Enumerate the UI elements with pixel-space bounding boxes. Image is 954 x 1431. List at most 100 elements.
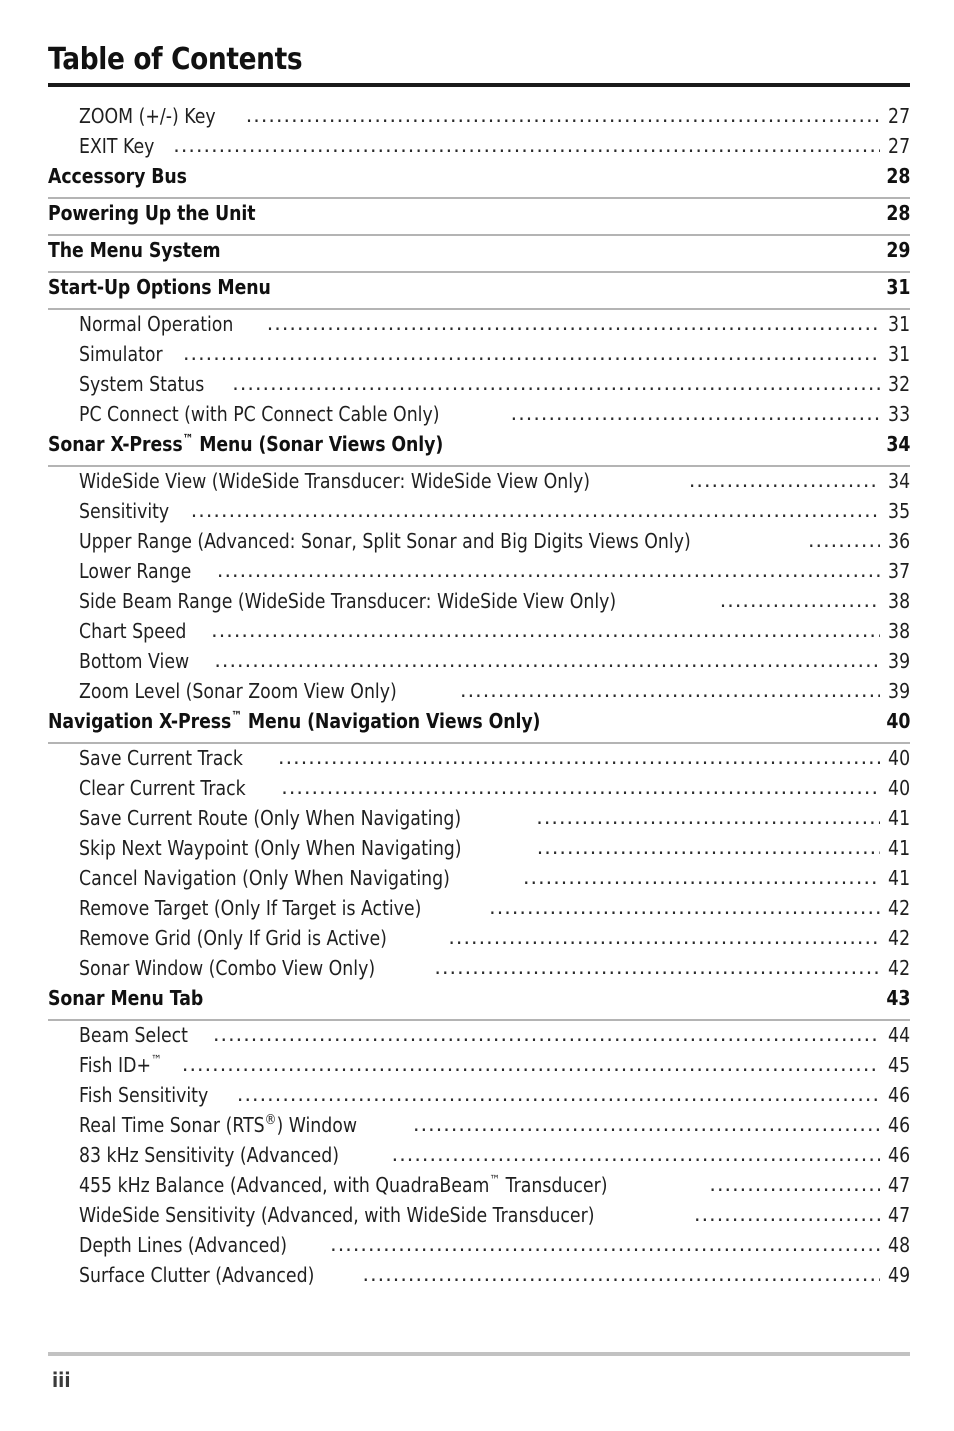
dot-leader: ........................................…: [536, 804, 880, 829]
toc-entry-label: Skip Next Waypoint (Only When Navigating…: [79, 835, 462, 860]
toc-section-row[interactable]: Navigation X-Press™ Menu (Navigation Vie…: [48, 709, 910, 741]
toc-entry-row[interactable]: Depth Lines (Advanced)..................…: [48, 1232, 910, 1263]
toc-page-number: 38: [887, 588, 910, 613]
toc-entry-row[interactable]: EXIT Key................................…: [48, 133, 910, 164]
section-divider: [48, 233, 910, 236]
toc-entry-label: Remove Target (Only If Target is Active): [79, 895, 422, 920]
dot-leader: ........................................…: [236, 1081, 880, 1106]
dot-leader: ........................................…: [391, 1141, 880, 1166]
toc-content: Table of Contents ZOOM (+/-) Key........…: [48, 44, 910, 1293]
toc-entry-row[interactable]: WideSide View (WideSide Transducer: Wide…: [48, 468, 910, 499]
toc-entry-label: Lower Range: [79, 558, 192, 583]
toc-entry-label: Save Current Track: [79, 745, 243, 770]
toc-entry-row[interactable]: Clear Current Track.....................…: [48, 775, 910, 806]
toc-page-number: 48: [887, 1232, 910, 1257]
toc-page-number: 47: [887, 1202, 910, 1227]
toc-entry-row[interactable]: Cancel Navigation (Only When Navigating)…: [48, 864, 910, 896]
toc-page-number: 31: [886, 274, 910, 299]
toc-entry-row[interactable]: PC Connect (with PC Connect Cable Only).…: [48, 400, 910, 432]
dot-leader: ........................................…: [489, 894, 880, 919]
toc-page-number: 41: [887, 805, 910, 830]
toc-entry-label: Beam Select: [79, 1022, 188, 1047]
page-title: Table of Contents: [48, 42, 303, 77]
dot-leader: ........................................…: [709, 1171, 880, 1196]
toc-entry-label: Side Beam Range (WideSide Transducer: Wi…: [79, 588, 617, 613]
dot-leader: ........................................…: [190, 497, 880, 522]
dot-leader: ........................................…: [266, 310, 880, 335]
toc-section-label: Powering Up the Unit: [48, 200, 256, 225]
toc-section-row[interactable]: Start-Up Options Menu...................…: [48, 275, 910, 307]
toc-entry-label: Bottom View: [79, 648, 190, 673]
toc-entry-row[interactable]: Save Current Track......................…: [48, 744, 910, 776]
toc-page-number: 44: [887, 1022, 910, 1047]
toc-entry-row[interactable]: Normal Operation........................…: [48, 310, 910, 342]
toc-section-row[interactable]: Powering Up the Unit....................…: [48, 201, 910, 233]
toc-section-row[interactable]: The Menu System.........................…: [48, 238, 910, 270]
toc-entry-label: WideSide Sensitivity (Advanced, with Wid…: [79, 1202, 595, 1227]
toc-page-number: 31: [887, 311, 910, 336]
toc-entry-row[interactable]: ZOOM (+/-) Key..........................…: [48, 102, 910, 134]
toc-entry-row[interactable]: Upper Range (Advanced: Sonar, Split Sona…: [48, 528, 910, 559]
dot-leader: ........................................…: [182, 340, 880, 365]
toc-entry-row[interactable]: Beam Select.............................…: [48, 1022, 910, 1053]
section-divider: [48, 270, 910, 273]
toc-page-number: 31: [887, 341, 910, 366]
toc-entry-row[interactable]: System Status...........................…: [48, 371, 910, 402]
footer-divider: [48, 1352, 910, 1356]
dot-leader: ........................................…: [694, 1201, 880, 1226]
toc-entry-row[interactable]: Lower Range.............................…: [48, 558, 910, 589]
toc-entry-row[interactable]: Fish ID+™...............................…: [48, 1051, 910, 1083]
toc-entry-row[interactable]: Sonar Window (Combo View Only)..........…: [48, 955, 910, 986]
toc-section-row[interactable]: Sonar Menu Tab..........................…: [48, 986, 910, 1018]
toc-entry-label: System Status: [79, 371, 205, 396]
toc-entry-row[interactable]: Skip Next Waypoint (Only When Navigating…: [48, 835, 910, 866]
dot-leader: ........................................…: [362, 1261, 880, 1286]
toc-entry-row[interactable]: Remove Grid (Only If Grid is Active)....…: [48, 924, 910, 956]
toc-entry-row[interactable]: Remove Target (Only If Target is Active)…: [48, 894, 910, 926]
toc-section-row[interactable]: Accessory Bus...........................…: [48, 164, 910, 196]
toc-section-label: The Menu System: [48, 237, 221, 262]
dot-leader: ........................................…: [522, 864, 880, 889]
toc-entry-row[interactable]: Save Current Route (Only When Navigating…: [48, 804, 910, 836]
toc-page-number: 40: [887, 775, 910, 800]
toc-entry-row[interactable]: Simulator...............................…: [48, 340, 910, 372]
toc-entry-row[interactable]: Zoom Level (Sonar Zoom View Only).......…: [48, 677, 910, 709]
dot-leader: ........................................…: [278, 744, 880, 769]
toc-entry-label: ZOOM (+/-) Key: [79, 103, 216, 128]
toc-entry-label: Clear Current Track: [79, 775, 246, 800]
toc-entry-row[interactable]: Bottom View.............................…: [48, 647, 910, 679]
toc-entry-row[interactable]: Chart Speed.............................…: [48, 617, 910, 649]
toc-entry-row[interactable]: Side Beam Range (WideSide Transducer: Wi…: [48, 588, 910, 619]
toc-entry-label: Normal Operation: [79, 311, 234, 336]
toc-section-label: Sonar Menu Tab: [48, 985, 204, 1010]
toc-page-number: 39: [887, 678, 910, 703]
dot-leader: ........................................…: [413, 1111, 880, 1136]
page-number: iii: [52, 1368, 71, 1392]
dot-leader: ........................................…: [211, 617, 880, 642]
toc-entry-label: Save Current Route (Only When Navigating…: [79, 805, 462, 830]
dot-leader: ........................................…: [214, 647, 880, 672]
toc-entry-label: 455 kHz Balance (Advanced, with QuadraBe…: [79, 1171, 608, 1197]
toc-entry-row[interactable]: 83 kHz Sensitivity (Advanced)...........…: [48, 1141, 910, 1173]
section-divider: [48, 464, 910, 467]
toc-entry-row[interactable]: WideSide Sensitivity (Advanced, with Wid…: [48, 1201, 910, 1233]
toc-entry-row[interactable]: Sensitivity.............................…: [48, 497, 910, 529]
dot-leader: ........................................…: [245, 102, 880, 127]
section-divider: [48, 741, 910, 744]
toc-entry-row[interactable]: Surface Clutter (Advanced)..............…: [48, 1261, 910, 1293]
toc-page-number: 46: [887, 1082, 910, 1107]
toc-entry-label: Cancel Navigation (Only When Navigating): [79, 865, 450, 890]
toc-entry-label: Fish ID+™: [79, 1051, 162, 1077]
toc-entry-row[interactable]: 455 kHz Balance (Advanced, with QuadraBe…: [48, 1171, 910, 1203]
toc-entry-row[interactable]: Real Time Sonar (RTS®) Window...........…: [48, 1111, 910, 1143]
toc-entry-label: 83 kHz Sensitivity (Advanced): [79, 1142, 339, 1167]
dot-leader: ........................................…: [448, 924, 880, 949]
dot-leader: ........................................…: [510, 400, 880, 425]
toc-entry-label: PC Connect (with PC Connect Cable Only): [79, 401, 440, 426]
toc-section-row[interactable]: Sonar X-Press™ Menu (Sonar Views Only)..…: [48, 432, 910, 464]
toc-entry-label: EXIT Key: [79, 133, 155, 158]
toc-entry-row[interactable]: Fish Sensitivity........................…: [48, 1081, 910, 1113]
dot-leader: ........................................…: [460, 677, 880, 702]
toc-entry-label: Sonar Window (Combo View Only): [79, 955, 376, 980]
toc-entry-label: Remove Grid (Only If Grid is Active): [79, 925, 387, 950]
